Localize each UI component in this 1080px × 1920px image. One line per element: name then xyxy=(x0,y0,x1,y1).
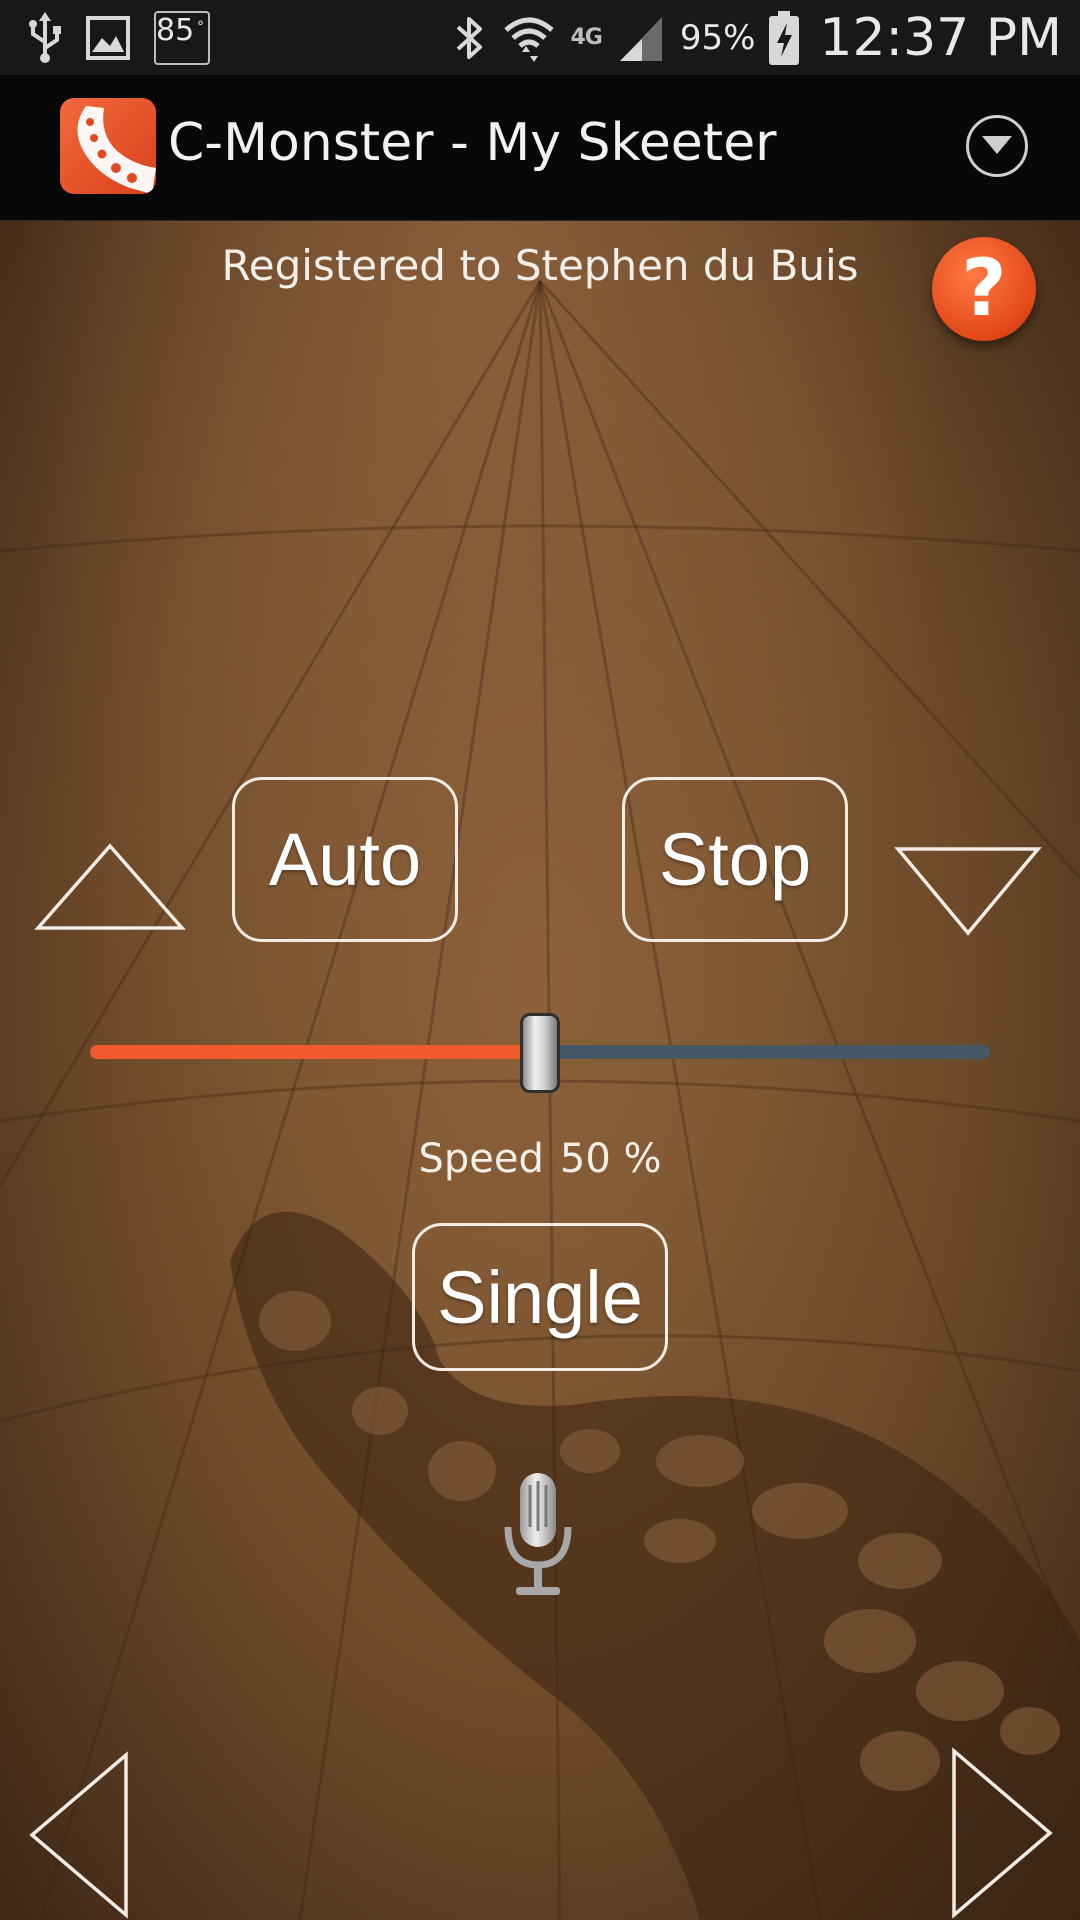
overflow-menu-button[interactable] xyxy=(966,115,1028,177)
speed-label: Speed xyxy=(418,1136,544,1182)
speed-slider-fill xyxy=(90,1045,540,1059)
status-bar: 85 ° 4G 95% 12:37 PM xyxy=(0,0,1080,75)
registration-text: Registered to Stephen du Buis xyxy=(221,241,859,290)
wifi-icon xyxy=(504,17,555,62)
triangle-right-icon[interactable] xyxy=(950,1747,1054,1919)
clock: 12:37 PM xyxy=(819,7,1062,68)
triangle-down-icon[interactable] xyxy=(894,845,1042,937)
battery-charging-icon xyxy=(769,10,800,65)
microphone-icon[interactable] xyxy=(500,1471,576,1601)
speed-value: 50 % xyxy=(559,1136,662,1182)
battery-percent: 95% xyxy=(679,17,756,58)
network-type: 4G xyxy=(570,25,602,50)
triangle-up-icon[interactable] xyxy=(34,843,186,931)
remote-control-panel: Registered to Stephen du Buis ? Auto Sto… xyxy=(0,221,1080,1920)
temperature-unit: ° xyxy=(197,19,204,35)
auto-button[interactable]: Auto xyxy=(232,777,458,942)
lte-signal-icon xyxy=(619,16,662,61)
triangle-left-icon[interactable] xyxy=(28,1751,130,1919)
help-button[interactable]: ? xyxy=(932,237,1036,341)
speed-readout: Speed 50 % xyxy=(0,1136,1080,1182)
temperature-badge: 85 ° xyxy=(154,11,210,65)
stop-button[interactable]: Stop xyxy=(622,777,848,942)
gallery-icon xyxy=(86,16,130,60)
app-title: C-Monster - My Skeeter xyxy=(168,113,777,173)
bluetooth-icon xyxy=(457,16,483,59)
speed-slider-thumb[interactable] xyxy=(520,1013,560,1093)
single-button[interactable]: Single xyxy=(412,1223,668,1371)
usb-icon xyxy=(29,12,61,63)
octopus-tentacle-icon[interactable] xyxy=(60,98,156,194)
action-bar: C-Monster - My Skeeter xyxy=(0,75,1080,221)
chevron-down-circle-icon xyxy=(982,136,1012,154)
temperature-value: 85 xyxy=(156,13,195,48)
